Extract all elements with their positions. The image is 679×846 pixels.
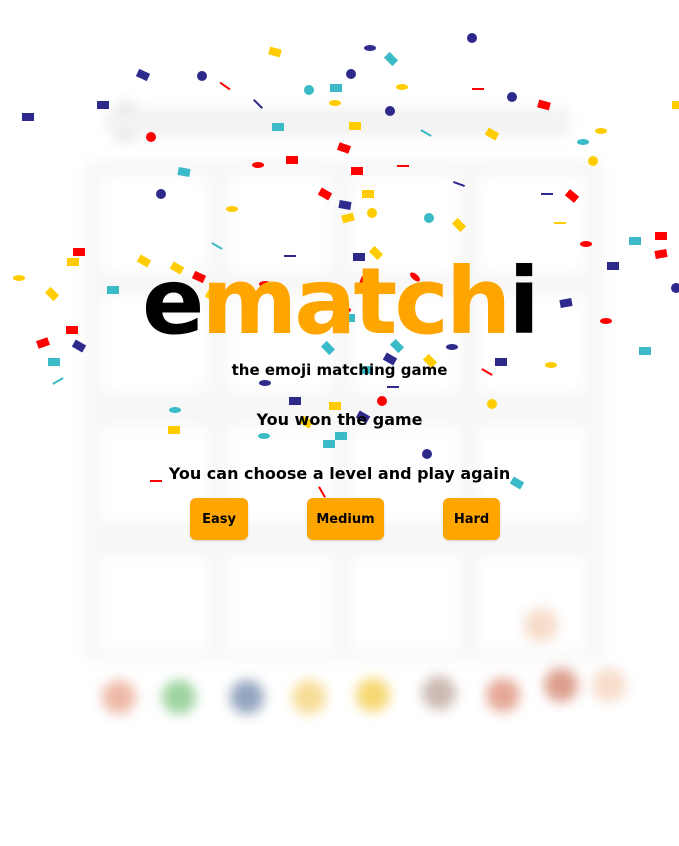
logo-letter-e: e [142, 248, 204, 355]
replay-prompt: You can choose a level and play again [168, 464, 511, 483]
game-screen: ematchi the emoji matching game You won … [0, 0, 679, 846]
medium-level-button[interactable]: Medium [307, 498, 384, 540]
logo-letter-i: i [508, 248, 540, 355]
win-overlay: ematchi the emoji matching game You won … [0, 0, 679, 846]
result-message: You won the game [256, 410, 423, 429]
hard-level-button[interactable]: Hard [443, 498, 500, 540]
logo: ematchi [0, 252, 679, 352]
easy-level-button[interactable]: Easy [190, 498, 248, 540]
logo-letters-match: match [201, 248, 511, 355]
subtitle: the emoji matching game [231, 361, 448, 379]
